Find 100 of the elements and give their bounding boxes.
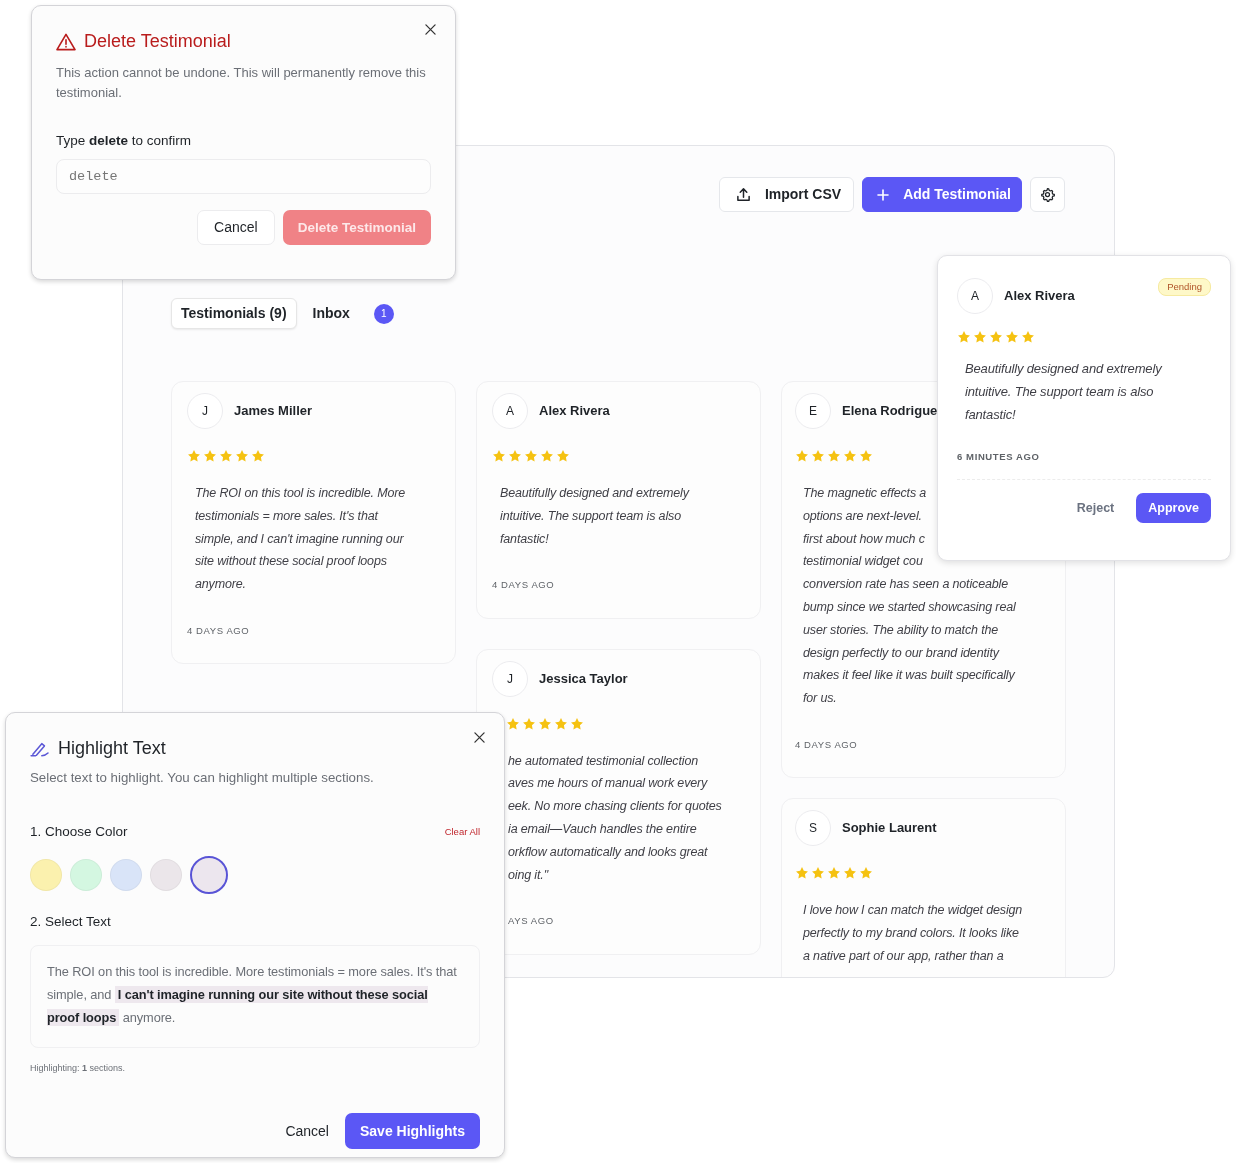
avatar: J [492,660,528,697]
quote-text-line: first about how much c [803,530,926,548]
quote-text-line: Beautifully designed and extremely [500,485,691,502]
quote-text-line: eek. No more chasing clients for quotes [508,798,723,816]
quote-text-line: Beautifully designed and extremely [965,360,1163,378]
quote-text-line: anymore. [195,576,247,594]
star-icon [219,449,233,463]
star-icon [556,449,570,463]
quote-text-line: I love how I can match the widget design [803,902,1024,920]
star-icon [859,449,873,463]
star-icon [843,449,857,463]
star-icon [957,330,971,344]
star-icon [187,449,201,463]
quote-text-line: user stories. The ability to match the [803,621,1000,639]
save-highlights-button[interactable]: Save Highlights [344,1113,480,1149]
author-name: Alex Rivera [539,402,610,421]
star-icon [811,866,825,881]
star-icon [811,449,825,463]
tab[interactable]: Testimonials (9) [171,298,297,329]
confirm-label: Type delete to confirm [56,132,193,150]
tab[interactable]: Inbox [302,298,360,329]
star-icon [795,449,809,463]
quote-text-line: orkflow automatically and looks great [508,843,709,861]
star-icon [554,716,568,731]
star-icon [1005,330,1019,344]
quote-text-line: perfectly to my brand colors. It looks like [803,925,1020,942]
author-name: Alex Rivera [1004,287,1075,306]
quote-text-line: oing it." [508,866,550,884]
star-icon [524,449,538,463]
close-icon [425,24,436,35]
count-badge: 1 [373,303,394,324]
dialog-title: Highlight Text [58,737,166,760]
avatar: S [795,810,831,847]
avatar: A [957,278,993,314]
dialog-title: Delete Testimonial [84,30,231,53]
avatar: A [492,393,528,429]
author-name: James Miller [234,402,313,421]
timestamp: 4 DAYS AGO [492,578,556,593]
timestamp: 4 DAYS AGO [187,624,251,638]
settings-button[interactable] [1030,177,1065,212]
upload-icon [735,187,751,202]
star-icon [859,866,873,881]
quote-text-line: a native part of our app, rather than a [803,947,1005,965]
star-icon [540,449,554,463]
quote-text-line: The ROI on this tool is incredible. More [195,485,407,502]
timestamp: 6 MINUTES AGO [957,450,1041,465]
quote-text-line: makes it feel like it was built specifically [803,667,1016,685]
star-icon [795,866,809,881]
timestamp: AYS AGO [507,914,555,929]
star-icon [843,866,857,881]
quote-text-line: options are next-level. [803,507,923,525]
color-swatch[interactable] [190,856,228,895]
quote-text-line: testimonials = more sales. It's that [195,507,380,525]
clear-all-link[interactable]: Clear All [444,825,480,840]
author-name: Jessica Taylor [539,669,628,688]
quote-text-line: testimonial widget cou [803,553,924,571]
author-name: Sophie Laurent [842,819,937,838]
quote-text-line: design perfectly to our brand identity [803,644,1001,662]
star-icon [251,449,265,463]
star-icon [827,866,841,881]
cancel-button[interactable]: Cancel [197,210,275,246]
quote-text-line: site without these social proof loops [195,553,388,571]
approve-button[interactable]: Approve [1136,492,1211,524]
quote-text-line: he automated testimonial collection [508,752,699,770]
star-icon [506,716,520,731]
confirm-input[interactable]: delete [56,159,431,195]
quote-text-line: intuitive. The support team is also [500,507,682,525]
quote-text-line: fantastic! [965,405,1017,424]
star-icon [973,330,987,344]
pen-icon [30,740,50,757]
warning-icon [56,32,76,51]
add-testimonial-button[interactable]: Add Testimonial [862,177,1022,212]
timestamp: 4 DAYS AGO [795,737,859,752]
import-csv-button[interactable]: Import CSV [718,177,855,212]
step-label: 1. Choose Color [30,823,128,841]
quote-text-line: ia email—Vauch handles the entire [508,821,698,839]
status-badge: Pending [1158,278,1211,297]
settings-icon [1040,187,1055,202]
quote-text-line: The magnetic effects a [803,485,928,502]
star-icon [492,449,506,463]
close-button[interactable] [474,732,485,743]
cancel-button[interactable]: Cancel [285,1120,329,1142]
plus-icon [877,188,890,201]
star-icon [989,330,1003,344]
star-icon [235,449,249,463]
quote-text-line: fantastic! [500,530,550,548]
close-button[interactable] [425,24,436,35]
star-icon [827,449,841,463]
star-icon [538,716,552,731]
dialog-description: Select text to highlight. You can highlight multiple sections. [30,769,375,787]
close-icon [474,732,485,743]
highlight-count: Highlighting: 1 sections. [30,1061,127,1075]
step-label: 2. Select Text [30,913,112,932]
star-icon [522,716,536,731]
dialog-description: This action cannot be undone. This will permanently remove this testimonial. [56,64,427,102]
reject-button[interactable]: Reject [1070,497,1121,519]
quote-text-line: intuitive. The support team is also [965,382,1155,401]
avatar: J [187,393,223,429]
star-icon [508,449,522,463]
quote-text-line: simple, and I can't imagine running our [195,530,405,548]
